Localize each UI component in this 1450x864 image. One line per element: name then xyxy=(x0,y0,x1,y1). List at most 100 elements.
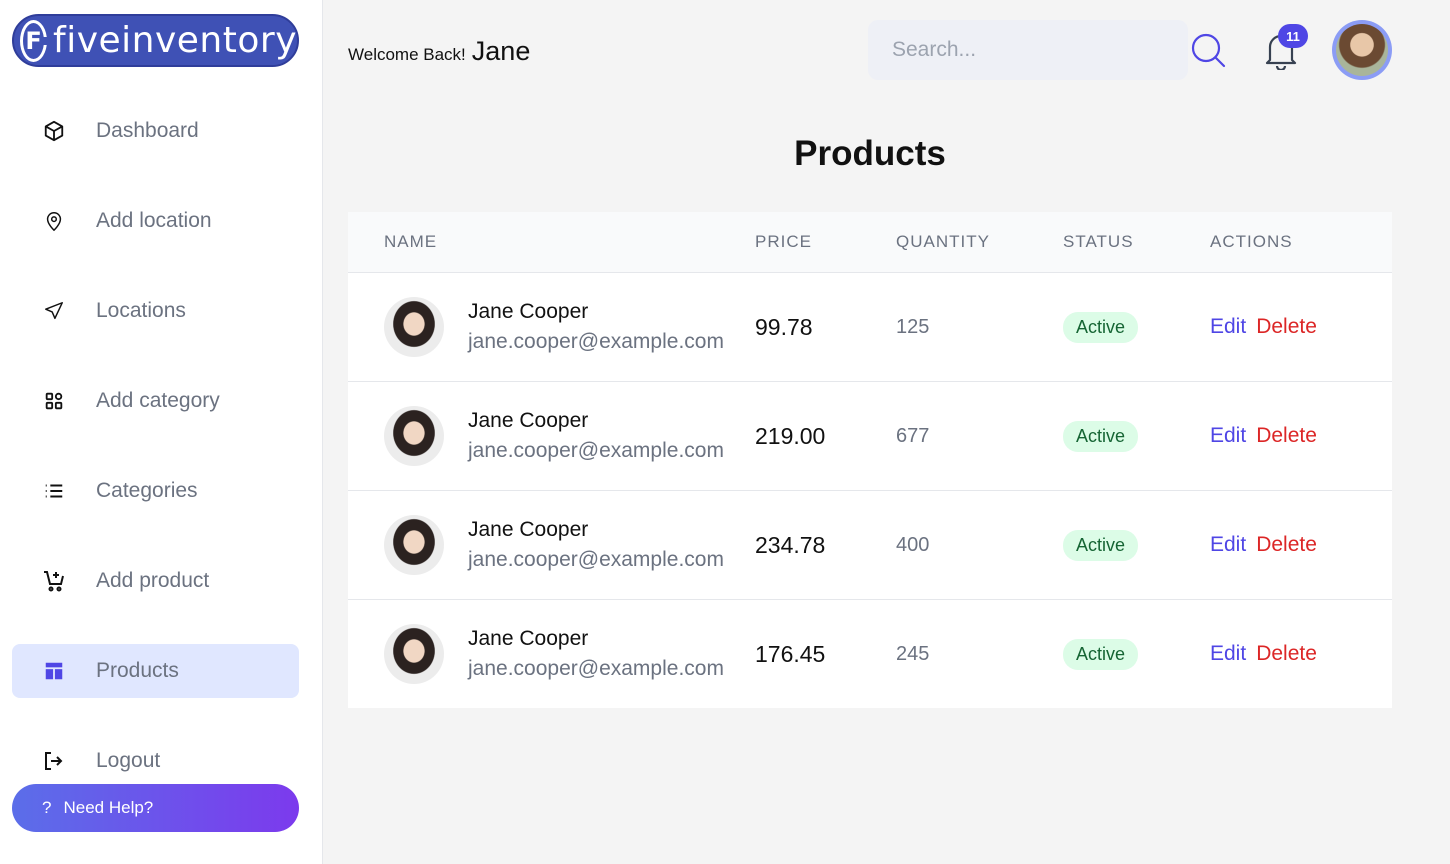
product-email: jane.cooper@example.com xyxy=(468,439,724,462)
sidebar-item-add-product[interactable]: Add product xyxy=(12,554,299,608)
edit-link[interactable]: Edit xyxy=(1210,533,1246,557)
user-name: Jane xyxy=(471,36,531,66)
status-badge: Active xyxy=(1063,420,1139,452)
product-name: Jane Cooper xyxy=(468,409,589,432)
actions-cell: Edit Delete xyxy=(1210,533,1392,557)
actions-cell: Edit Delete xyxy=(1210,642,1392,666)
brand-name: fiveinventory xyxy=(53,20,297,61)
name-cell: Jane Cooper jane.cooper@example.com xyxy=(348,624,755,684)
sidebar-item-label: Add product xyxy=(96,569,210,592)
table-row: Jane Cooper jane.cooper@example.com 234.… xyxy=(348,491,1392,600)
status-cell: Active xyxy=(1063,529,1210,561)
search-input[interactable] xyxy=(868,20,1188,80)
grid-icon xyxy=(42,389,66,413)
brand-logo[interactable]: F fiveinventory xyxy=(12,14,299,67)
edit-link[interactable]: Edit xyxy=(1210,642,1246,666)
product-avatar xyxy=(384,624,444,684)
product-avatar xyxy=(384,515,444,575)
status-badge: Active xyxy=(1063,638,1139,670)
sidebar-item-logout[interactable]: Logout xyxy=(12,734,299,788)
delete-link[interactable]: Delete xyxy=(1256,642,1317,666)
need-help-label: Need Help? xyxy=(63,798,154,817)
list-icon xyxy=(42,479,66,503)
product-info: Jane Cooper jane.cooper@example.com xyxy=(468,409,724,463)
price-cell: 234.78 xyxy=(755,531,826,558)
edit-link[interactable]: Edit xyxy=(1210,424,1246,448)
quantity-cell: 400 xyxy=(896,533,930,556)
delete-link[interactable]: Delete xyxy=(1256,424,1317,448)
map-pin-icon xyxy=(42,209,66,233)
user-avatar[interactable] xyxy=(1332,20,1392,80)
quantity-cell: 245 xyxy=(896,642,930,665)
column-header-quantity[interactable]: QUANTITY xyxy=(896,232,1063,252)
table-row: Jane Cooper jane.cooper@example.com 219.… xyxy=(348,382,1392,491)
name-cell: Jane Cooper jane.cooper@example.com xyxy=(348,297,755,357)
table-row: Jane Cooper jane.cooper@example.com 99.7… xyxy=(348,273,1392,382)
product-info: Jane Cooper jane.cooper@example.com xyxy=(468,300,724,354)
quantity-cell: 125 xyxy=(896,315,930,338)
status-cell: Active xyxy=(1063,638,1210,670)
price-cell: 219.00 xyxy=(755,422,826,449)
table-row: Jane Cooper jane.cooper@example.com 176.… xyxy=(348,600,1392,708)
product-email: jane.cooper@example.com xyxy=(468,330,724,353)
actions-cell: Edit Delete xyxy=(1210,424,1392,448)
delete-link[interactable]: Delete xyxy=(1256,533,1317,557)
actions-cell: Edit Delete xyxy=(1210,315,1392,339)
column-header-price[interactable]: PRICE xyxy=(755,232,896,252)
product-avatar xyxy=(384,406,444,466)
sidebar-item-locations[interactable]: Locations xyxy=(12,284,299,338)
welcome-message: Welcome Back! Jane xyxy=(348,36,530,67)
delete-link[interactable]: Delete xyxy=(1256,315,1317,339)
need-help-button[interactable]: ? Need Help? xyxy=(12,784,299,832)
status-cell: Active xyxy=(1063,311,1210,343)
sidebar-item-label: Logout xyxy=(96,749,161,772)
sidebar-item-add-category[interactable]: Add category xyxy=(12,374,299,428)
avatar-image xyxy=(1336,24,1388,76)
cube-icon xyxy=(42,119,66,143)
product-name: Jane Cooper xyxy=(468,627,589,650)
edit-link[interactable]: Edit xyxy=(1210,315,1246,339)
product-email: jane.cooper@example.com xyxy=(468,657,724,680)
sidebar-item-add-location[interactable]: Add location xyxy=(12,194,299,248)
products-table: NAME PRICE QUANTITY STATUS ACTIONS Jane … xyxy=(348,212,1392,708)
price-cell: 99.78 xyxy=(755,313,813,340)
sidebar-item-label: Categories xyxy=(96,479,198,502)
status-cell: Active xyxy=(1063,420,1210,452)
send-icon xyxy=(42,299,66,323)
sidebar: F fiveinventory Dashboard Add location L… xyxy=(0,0,323,864)
status-badge: Active xyxy=(1063,529,1139,561)
sidebar-item-products[interactable]: Products xyxy=(12,644,299,698)
question-icon: ? xyxy=(42,798,52,817)
layout-icon xyxy=(42,659,66,683)
sidebar-nav: Dashboard Add location Locations Add cat… xyxy=(12,104,299,824)
sidebar-item-categories[interactable]: Categories xyxy=(12,464,299,518)
quantity-cell: 677 xyxy=(896,424,930,447)
page-title: Products xyxy=(794,134,946,173)
notification-badge: 11 xyxy=(1278,24,1308,48)
status-badge: Active xyxy=(1063,311,1139,343)
name-cell: Jane Cooper jane.cooper@example.com xyxy=(348,515,755,575)
sidebar-item-label: Products xyxy=(96,659,179,682)
sidebar-item-dashboard[interactable]: Dashboard xyxy=(12,104,299,158)
table-header: NAME PRICE QUANTITY STATUS ACTIONS xyxy=(348,212,1392,273)
search-icon[interactable] xyxy=(1190,32,1226,68)
product-name: Jane Cooper xyxy=(468,300,589,323)
sidebar-item-label: Add category xyxy=(96,389,220,412)
welcome-text: Welcome Back! xyxy=(348,45,466,64)
column-header-actions: ACTIONS xyxy=(1210,232,1293,251)
product-name: Jane Cooper xyxy=(468,518,589,541)
logo-mark-icon: F xyxy=(20,19,51,62)
product-avatar xyxy=(384,297,444,357)
name-cell: Jane Cooper jane.cooper@example.com xyxy=(348,406,755,466)
product-email: jane.cooper@example.com xyxy=(468,548,724,571)
sidebar-item-label: Add location xyxy=(96,209,212,232)
cart-add-icon xyxy=(42,569,66,593)
sidebar-item-label: Locations xyxy=(96,299,186,322)
price-cell: 176.45 xyxy=(755,640,826,667)
product-info: Jane Cooper jane.cooper@example.com xyxy=(468,518,724,572)
product-info: Jane Cooper jane.cooper@example.com xyxy=(468,627,724,681)
sidebar-item-label: Dashboard xyxy=(96,119,199,142)
logout-icon xyxy=(42,749,66,773)
column-header-status[interactable]: STATUS xyxy=(1063,232,1210,252)
column-header-name[interactable]: NAME xyxy=(348,232,755,252)
